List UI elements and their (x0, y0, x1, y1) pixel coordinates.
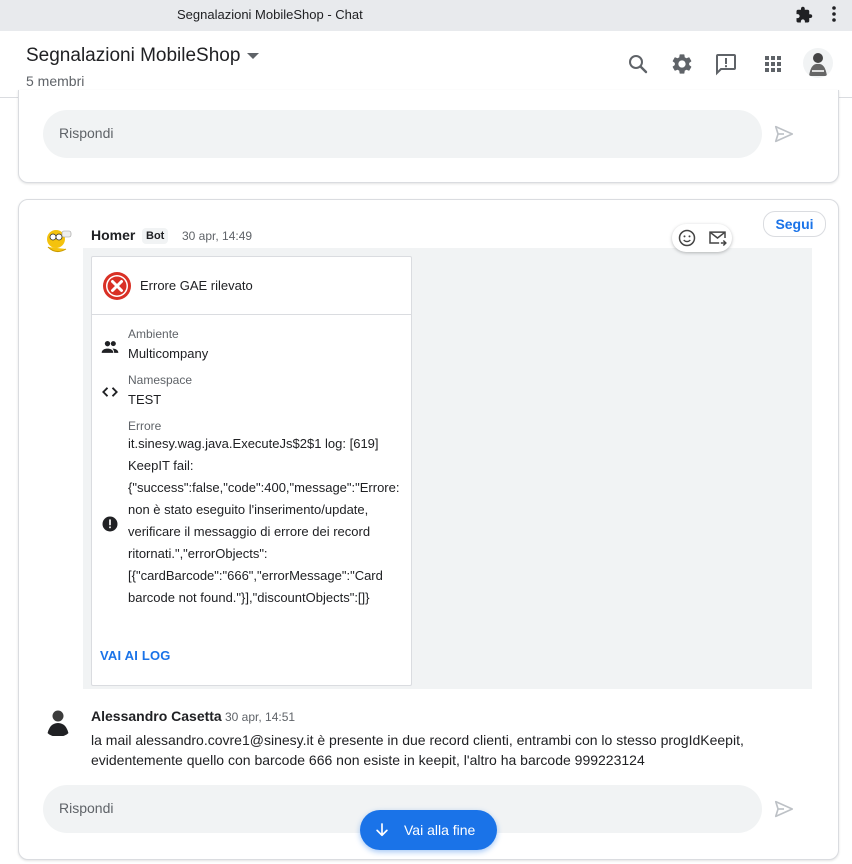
error-icon (102, 516, 118, 532)
apps-grid-icon[interactable] (761, 52, 785, 76)
user-avatar (42, 705, 74, 737)
emoji-reaction-icon[interactable] (677, 228, 697, 248)
bot-avatar (42, 225, 74, 257)
code-icon (102, 387, 118, 397)
field-value-errore: it.sinesy.wag.java.ExecuteJs$2$1 log: [6… (128, 436, 400, 605)
user-sender-name[interactable]: Alessandro Casetta (91, 708, 222, 724)
field-value-ambiente: Multicompany (128, 346, 209, 361)
more-vertical-icon[interactable] (830, 4, 838, 24)
reply-input-top[interactable]: Rispondi (43, 110, 762, 158)
message-text: la mail alessandro.covre1@sinesy.it è pr… (91, 732, 744, 768)
bot-sender-name[interactable]: Homer (91, 227, 135, 243)
error-x-icon (103, 272, 131, 300)
bot-badge: Bot (142, 228, 169, 244)
follow-button[interactable]: Segui (763, 211, 826, 237)
message-actions-bar (672, 224, 732, 252)
group-icon (101, 341, 119, 353)
arrow-down-icon (376, 823, 388, 837)
field-label-namespace: Namespace (128, 373, 193, 387)
field-label-errore: Errore (128, 419, 162, 433)
forward-to-inbox-icon[interactable] (707, 228, 728, 248)
card-header-title: Errore GAE rilevato (140, 278, 253, 293)
room-title[interactable]: Segnalazioni MobileShop (26, 45, 240, 67)
error-card: Errore GAE rilevato Ambiente Multicompan… (91, 256, 412, 686)
feedback-icon[interactable] (714, 52, 738, 76)
reply-placeholder: Rispondi (59, 125, 114, 141)
member-count[interactable]: 5 membri (26, 73, 84, 89)
send-icon[interactable] (773, 798, 795, 820)
card-divider (92, 314, 411, 315)
field-value-namespace: TEST (128, 392, 162, 407)
chat-header: Segnalazioni MobileShop 5 membri (0, 31, 852, 98)
reply-placeholder: Rispondi (59, 800, 114, 816)
window-title: Segnalazioni MobileShop - Chat (177, 7, 363, 22)
jump-to-bottom-label: Vai alla fine (404, 822, 476, 838)
message-timestamp: 30 apr, 14:51 (225, 710, 296, 724)
extension-puzzle-icon[interactable] (795, 6, 813, 24)
chevron-down-icon[interactable] (247, 53, 259, 59)
gear-icon[interactable] (670, 52, 694, 76)
window-titlebar: Segnalazioni MobileShop - Chat (0, 0, 852, 31)
account-avatar[interactable] (803, 48, 833, 78)
view-logs-button[interactable]: VAI AI LOG (100, 648, 171, 663)
field-label-ambiente: Ambiente (128, 327, 179, 341)
search-icon[interactable] (626, 52, 650, 76)
message-timestamp: 30 apr, 14:49 (182, 229, 253, 243)
jump-to-bottom-button[interactable]: Vai alla fine (360, 810, 497, 850)
send-icon[interactable] (773, 123, 795, 145)
